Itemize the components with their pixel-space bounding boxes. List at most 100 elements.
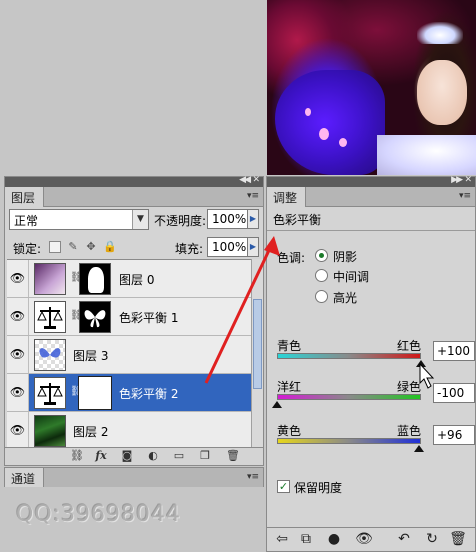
- close-panel-icon[interactable]: ✕: [252, 175, 260, 185]
- panel-menu-icon[interactable]: ▾≡: [245, 191, 259, 201]
- magenta-green-value-field[interactable]: -100: [433, 383, 475, 403]
- layers-bottom-toolbar: ⛓ fx ◙ ◐ ▭ ❐ 🗑: [5, 447, 263, 465]
- yellow-blue-slider[interactable]: [277, 438, 421, 444]
- tab-layers[interactable]: 图层: [5, 187, 45, 207]
- cyan-red-value-field[interactable]: +100: [433, 341, 475, 361]
- radio-button[interactable]: [315, 290, 328, 303]
- reset-icon[interactable]: ↻: [423, 531, 441, 547]
- yellow-blue-value-field[interactable]: +96: [433, 425, 475, 445]
- eye-icon[interactable]: 👁: [7, 298, 29, 335]
- slider-left-label: 洋红: [277, 380, 302, 394]
- layer-thumbnail: [34, 263, 66, 295]
- expand-view-icon[interactable]: ⧉: [297, 531, 315, 547]
- brush-lock-icon[interactable]: ✎: [67, 241, 79, 253]
- slider-right-label: 红色: [397, 339, 422, 353]
- panel-menu-icon[interactable]: ▾≡: [245, 472, 259, 482]
- collapse-icon[interactable]: ◀◀: [239, 175, 251, 185]
- eye-icon[interactable]: 👁: [7, 374, 29, 411]
- layer-thumbnail: [34, 339, 66, 371]
- radio-label: 中间调: [333, 270, 370, 284]
- mask-thumbnail: [79, 263, 111, 295]
- folder-icon[interactable]: ▭: [171, 449, 187, 462]
- fill-field[interactable]: 100% ▶: [207, 237, 259, 257]
- fill-value: 100%: [212, 240, 247, 254]
- fill-label: 填充:: [175, 242, 204, 256]
- slider-value: +96: [437, 428, 463, 442]
- chevron-right-icon[interactable]: ▶: [247, 209, 259, 229]
- back-arrow-icon[interactable]: ⇦: [273, 531, 291, 547]
- cyan-red-slider[interactable]: [277, 353, 421, 359]
- padlock-icon[interactable]: 🔒: [103, 241, 117, 253]
- eye-icon[interactable]: 👁: [355, 531, 373, 547]
- tab-channels[interactable]: 通道: [5, 468, 45, 487]
- clip-to-layer-icon[interactable]: ●: [325, 531, 343, 547]
- collapse-icon[interactable]: ▶▶: [451, 175, 463, 185]
- chevron-right-icon[interactable]: ▶: [247, 237, 259, 257]
- adjustments-panel: ▶▶ ✕ 调整 ▾≡ 色彩平衡 色调: 阴影 中间调 高光 青色 红色 +100…: [266, 175, 476, 552]
- layer-name: 图层 2: [73, 425, 109, 439]
- layers-scrollbar[interactable]: [251, 259, 263, 447]
- blend-row: 正常 ▼ 不透明度: 100% ▶: [9, 209, 261, 231]
- panel-collapse-bar[interactable]: ▶▶ ✕: [267, 175, 475, 187]
- watermark-text: QQ:39698044: [16, 502, 182, 527]
- radio-label: 高光: [333, 291, 358, 305]
- layer-thumbnail: [34, 415, 66, 447]
- checkbox-checked[interactable]: ✓: [277, 480, 290, 493]
- slider-thumb[interactable]: [416, 360, 426, 367]
- chevron-down-icon[interactable]: ▼: [132, 210, 148, 229]
- opacity-value: 100%: [212, 212, 247, 226]
- eye-icon[interactable]: 👁: [7, 336, 29, 373]
- adjustment-icon[interactable]: ◐: [145, 449, 161, 462]
- adjustment-title: 色彩平衡: [267, 207, 475, 231]
- adjustments-bottom-toolbar: ⇦ ⧉ ● 👁 ↶ ↻ 🗑: [267, 527, 475, 551]
- slider-right-label: 绿色: [397, 380, 422, 394]
- tone-label: 色调:: [277, 251, 306, 265]
- layer-row-selected[interactable]: 👁 ⛓ 色彩平衡 2: [7, 374, 251, 412]
- tab-adjustments[interactable]: 调整: [267, 187, 307, 207]
- close-panel-icon[interactable]: ✕: [464, 175, 472, 185]
- channels-panel: 通道 ▾≡: [4, 467, 264, 487]
- radio-button[interactable]: [315, 269, 328, 282]
- layer-row[interactable]: 👁 ⛓ 色彩平衡 1: [7, 298, 251, 336]
- eye-icon[interactable]: 👁: [7, 260, 29, 297]
- mask-icon[interactable]: ◙: [119, 449, 135, 462]
- scrollbar-thumb[interactable]: [253, 299, 262, 389]
- balance-scale-icon: [34, 377, 66, 409]
- butterfly-wing-shape: [275, 70, 385, 175]
- layer-name: 色彩平衡 1: [119, 311, 179, 325]
- previous-state-icon[interactable]: ↶: [395, 531, 413, 547]
- panel-menu-icon[interactable]: ▾≡: [457, 191, 471, 201]
- channels-tab-strip: 通道 ▾≡: [5, 468, 263, 487]
- slider-value: -100: [437, 386, 465, 400]
- checkbox-label: 保留明度: [294, 481, 343, 495]
- blend-mode-select[interactable]: 正常 ▼: [9, 209, 149, 230]
- wing-spot: [305, 108, 311, 116]
- slider-thumb[interactable]: [272, 401, 282, 408]
- slider-value: +100: [437, 344, 470, 358]
- slider-left-label: 黄色: [277, 424, 302, 438]
- tiara-shape: [417, 22, 463, 44]
- fx-icon[interactable]: fx: [93, 449, 109, 462]
- wing-spot: [339, 138, 347, 147]
- mask-thumbnail: [78, 376, 112, 410]
- radio-button-checked[interactable]: [315, 249, 328, 262]
- opacity-label: 不透明度:: [154, 214, 207, 228]
- magenta-green-slider[interactable]: [277, 394, 421, 400]
- layer-list: 👁 ⛓ 图层 0 👁 ⛓ 色彩平衡 1 👁 图层 3 👁 ⛓ 色彩平衡 2 👁 …: [7, 259, 251, 450]
- panel-collapse-bar[interactable]: ◀◀ ✕: [5, 175, 263, 187]
- layer-row[interactable]: 👁 图层 2: [7, 412, 251, 450]
- slider-thumb[interactable]: [414, 445, 424, 452]
- trash-icon[interactable]: 🗑: [449, 531, 467, 547]
- lock-row: 锁定: ✎ ✥ 🔒 填充: 100% ▶: [9, 237, 261, 257]
- layer-name: 色彩平衡 2: [119, 387, 179, 401]
- new-layer-icon[interactable]: ❐: [197, 449, 213, 462]
- eye-icon[interactable]: 👁: [7, 412, 29, 449]
- move-lock-icon[interactable]: ✥: [85, 241, 97, 253]
- layer-row[interactable]: 👁 图层 3: [7, 336, 251, 374]
- link-icon[interactable]: ⛓: [69, 449, 85, 462]
- layer-row[interactable]: 👁 ⛓ 图层 0: [7, 260, 251, 298]
- lock-transparency-icon[interactable]: [49, 241, 61, 253]
- opacity-field[interactable]: 100% ▶: [207, 209, 259, 229]
- trash-icon[interactable]: 🗑: [225, 449, 241, 462]
- radio-label: 阴影: [333, 250, 358, 264]
